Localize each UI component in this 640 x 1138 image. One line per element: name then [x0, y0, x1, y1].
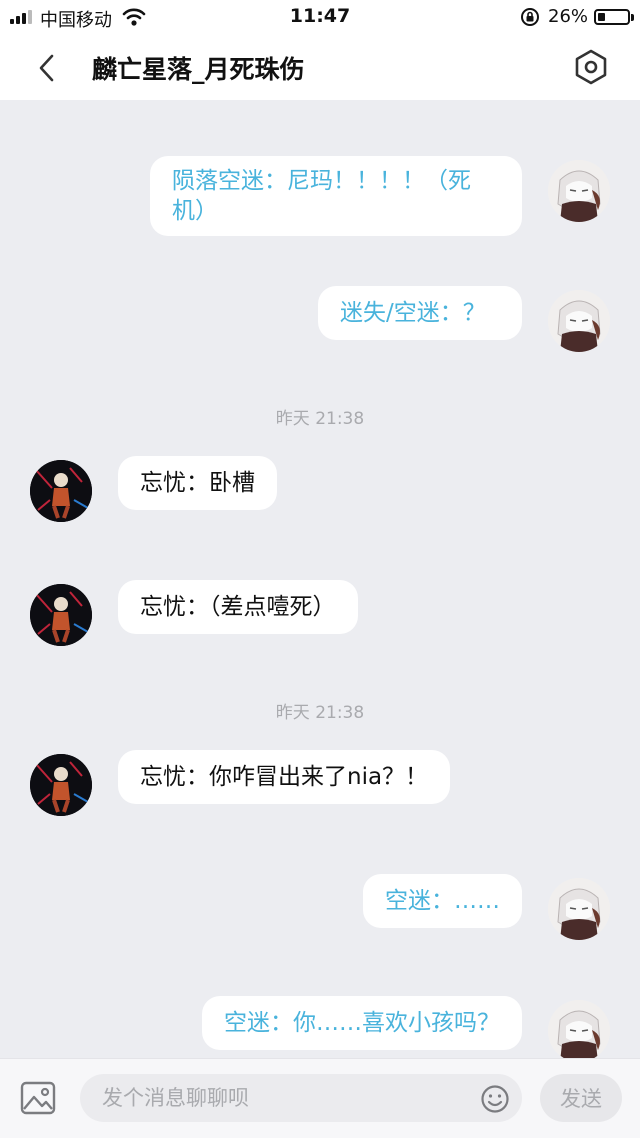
back-button[interactable]: [28, 48, 68, 88]
message-input-bar: 发送: [0, 1058, 640, 1138]
avatar-image-icon: [30, 460, 92, 522]
message-bubble[interactable]: 忘忧：卧槽: [118, 456, 277, 510]
message-text: 忘忧：你咋冒出来了nia？！: [140, 764, 429, 790]
message-timestamp: 昨天 21:38: [275, 703, 365, 723]
message-text: 忘忧：卧槽: [140, 470, 255, 496]
avatar-image-icon: [30, 754, 92, 816]
message-timestamp: 昨天 21:38: [275, 409, 365, 429]
status-bar: 中国移动 11:47 26%: [0, 0, 640, 34]
avatar[interactable]: [548, 878, 610, 940]
avatar[interactable]: [30, 754, 92, 816]
message-bubble[interactable]: 迷失/空迷：？: [318, 286, 522, 340]
avatar-image-icon: [548, 878, 610, 940]
message-bubble[interactable]: 忘忧：（差点噎死）: [118, 580, 358, 634]
send-button[interactable]: 发送: [540, 1074, 622, 1122]
message-text: 空迷：……: [385, 888, 500, 914]
message-bubble[interactable]: 空迷：……: [363, 874, 522, 928]
rotation-lock-icon: [521, 8, 539, 26]
message-bubble[interactable]: 陨落空迷：尼玛！！！！（死 机）: [150, 156, 522, 236]
message-input[interactable]: [80, 1074, 522, 1122]
battery-percent: 26%: [548, 6, 589, 27]
avatar[interactable]: [548, 290, 610, 352]
image-icon[interactable]: [20, 1081, 56, 1115]
chat-title: 麟亡星落_月死珠伤: [92, 55, 305, 84]
avatar[interactable]: [30, 460, 92, 522]
avatar-image-icon: [548, 1000, 610, 1058]
message-text: 空迷：你……喜欢小孩吗？: [224, 1010, 500, 1036]
message-bubble[interactable]: 空迷：你……喜欢小孩吗？: [202, 996, 522, 1050]
avatar-image-icon: [548, 160, 610, 222]
message-text: 陨落空迷：尼玛！！！！（死 机）: [172, 168, 471, 224]
avatar[interactable]: [548, 1000, 610, 1058]
emoji-icon[interactable]: [480, 1084, 510, 1114]
status-time: 11:47: [289, 5, 351, 27]
battery-icon: [594, 9, 630, 25]
message-list[interactable]: 陨落空迷：尼玛！！！！（死 机） 迷失/空迷：？ 昨天 21:38 忘忧：卧槽 …: [0, 100, 640, 1058]
battery-cap: [631, 14, 634, 21]
message-text: 迷失/空迷：？: [340, 300, 486, 326]
avatar[interactable]: [30, 584, 92, 646]
avatar-image-icon: [30, 584, 92, 646]
message-bubble[interactable]: 忘忧：你咋冒出来了nia？！: [118, 750, 451, 804]
message-text: 忘忧：（差点噎死）: [140, 594, 336, 620]
settings-button[interactable]: [570, 46, 612, 88]
avatar[interactable]: [548, 160, 610, 222]
avatar-image-icon: [548, 290, 610, 352]
chat-header: 麟亡星落_月死珠伤: [0, 34, 640, 100]
